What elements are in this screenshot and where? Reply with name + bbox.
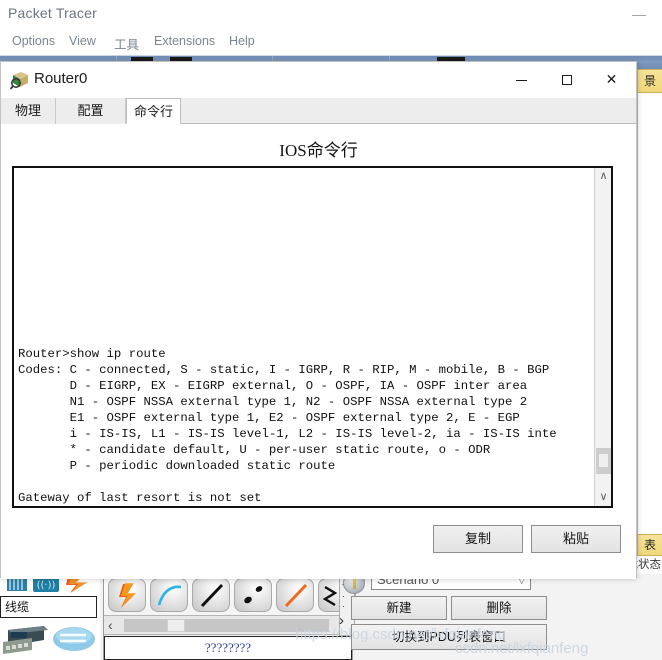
menu-item-help[interactable]: Help	[225, 33, 259, 49]
mini-right-arrow-icon[interactable]: ›	[339, 612, 344, 629]
lightning-tool-icon[interactable]	[108, 578, 146, 612]
svg-text:((·)): ((·))	[37, 580, 56, 591]
right-side-panel	[637, 69, 662, 551]
mini-dot-icon[interactable]: ·	[342, 601, 345, 611]
scenario-delete-button[interactable]: 删除	[451, 596, 547, 620]
terminal-scrollbar[interactable]: ∧ ∨	[594, 168, 611, 506]
router0-dialog: Router0 ✕ 物理 配置 命令行 IOS命令行 Router>show i…	[0, 61, 637, 579]
terminal-text: Router>show ip route Codes: C - connecte…	[18, 347, 557, 505]
scenario-new-button[interactable]: 新建	[351, 596, 447, 620]
panel-heading: IOS命令行	[279, 141, 358, 160]
mini-dot-icon[interactable]: ·	[342, 591, 345, 601]
app-menubar: Options View 工具 Extensions Help	[0, 30, 662, 54]
bottom-toolbar-area: ((·)) 线缆 ‹ ???????? · · › Scenario 0 ▽ 新…	[0, 570, 662, 660]
terminal-scrollbar-thumb[interactable]	[596, 448, 611, 474]
maximize-icon	[561, 75, 572, 86]
device-palette: ((·)) 线缆	[0, 574, 100, 660]
menu-item-extensions[interactable]: Extensions	[150, 33, 219, 49]
dialog-close-button[interactable]: ✕	[589, 62, 634, 96]
minimize-icon	[516, 79, 527, 81]
dialog-body: IOS命令行 Router>show ip route Codes: C - c…	[1, 124, 636, 579]
terminal-output[interactable]: Router>show ip route Codes: C - connecte…	[18, 170, 593, 506]
menu-item-tools[interactable]: 工具	[110, 33, 143, 54]
tool-palette-scrollbar[interactable]: ‹ ›	[104, 615, 352, 635]
menu-item-view[interactable]: View	[65, 33, 100, 49]
tool-palette-caption: ????????	[104, 636, 352, 660]
menu-item-options[interactable]: Options	[8, 33, 59, 49]
cli-terminal[interactable]: Router>show ip route Codes: C - connecte…	[12, 166, 613, 508]
drawing-tool-palette: ‹ › ????????	[103, 574, 356, 660]
tab-physical[interactable]: 物理	[1, 98, 56, 124]
cloud-icon[interactable]	[52, 624, 96, 654]
app-titlebar: Packet Tracer —	[0, 0, 662, 30]
scrollbar-track[interactable]	[124, 619, 329, 632]
right-tab-list[interactable]: 表	[637, 534, 662, 556]
router-magnifier-icon	[10, 72, 28, 90]
dialog-tabbar: 物理 配置 命令行	[1, 98, 636, 124]
copy-button[interactable]: 复制	[433, 525, 523, 553]
orange-line-tool-icon[interactable]	[276, 578, 314, 612]
toggle-pdu-list-button[interactable]: 切换到PDU列表窗口	[351, 624, 547, 650]
app-minimize-button[interactable]: —	[626, 4, 652, 24]
dialog-title: Router0	[34, 70, 88, 87]
dialog-titlebar[interactable]: Router0 ✕	[1, 62, 636, 98]
line-tool-icon[interactable]	[192, 578, 230, 612]
dialog-maximize-button[interactable]	[544, 62, 589, 96]
right-tab-scenario[interactable]: 景	[637, 69, 662, 93]
app-title: Packet Tracer	[8, 5, 97, 21]
paste-button[interactable]: 粘贴	[531, 525, 621, 553]
router-device-icon[interactable]	[2, 620, 50, 654]
dialog-minimize-button[interactable]	[499, 62, 544, 96]
scenario-panel: Scenario 0 ▽ 新建 删除 切换到PDU列表窗口	[343, 570, 605, 660]
scroll-left-arrow-icon[interactable]: ‹	[108, 617, 113, 633]
device-category-label: 线缆	[0, 596, 97, 618]
dots-tool-icon[interactable]	[234, 578, 272, 612]
scrollbar-thumb[interactable]	[167, 619, 185, 632]
scroll-up-arrow-icon[interactable]: ∧	[595, 168, 612, 185]
scroll-down-arrow-icon[interactable]: ∨	[595, 489, 612, 506]
tab-config[interactable]: 配置	[56, 98, 126, 124]
curve-tool-icon[interactable]	[150, 578, 188, 612]
tab-cli[interactable]: 命令行	[126, 98, 181, 124]
